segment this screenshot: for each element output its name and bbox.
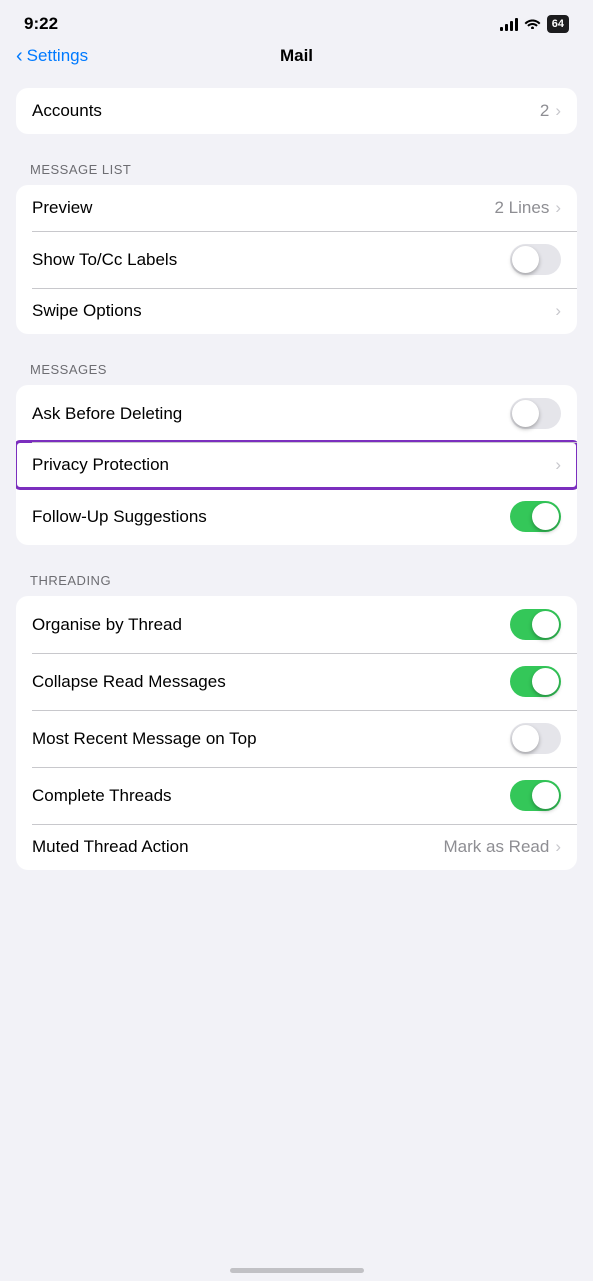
follow-up-toggle-knob (532, 503, 559, 530)
collapse-read-row[interactable]: Collapse Read Messages (16, 653, 577, 710)
most-recent-toggle-knob (512, 725, 539, 752)
message-list-card: Preview 2 Lines › Show To/Cc Labels Swip… (16, 185, 577, 334)
settings-content: Accounts 2 › MESSAGE LIST Preview 2 Line… (0, 78, 593, 908)
back-chevron-icon: ‹ (16, 46, 23, 66)
home-indicator (230, 1268, 364, 1273)
preview-label: Preview (32, 198, 92, 218)
message-list-section: MESSAGE LIST Preview 2 Lines › Show To/C… (0, 162, 593, 334)
collapse-read-toggle-knob (532, 668, 559, 695)
ask-before-deleting-row[interactable]: Ask Before Deleting (16, 385, 577, 442)
most-recent-row[interactable]: Most Recent Message on Top (16, 710, 577, 767)
messages-section: MESSAGES Ask Before Deleting Privacy Pro… (0, 362, 593, 545)
page-title: Mail (280, 46, 313, 66)
ask-before-deleting-toggle-knob (512, 400, 539, 427)
show-tocc-row[interactable]: Show To/Cc Labels (16, 231, 577, 288)
muted-thread-chevron-icon: › (555, 837, 561, 857)
complete-threads-toggle[interactable] (510, 780, 561, 811)
preview-row[interactable]: Preview 2 Lines › (16, 185, 577, 231)
muted-thread-label: Muted Thread Action (32, 837, 189, 857)
status-icons: 64 (500, 15, 569, 33)
accounts-row[interactable]: Accounts 2 › (16, 88, 577, 134)
complete-threads-row[interactable]: Complete Threads (16, 767, 577, 824)
accounts-value: 2 (540, 101, 549, 121)
messages-card: Ask Before Deleting Privacy Protection ›… (16, 385, 577, 545)
back-button[interactable]: ‹ Settings (16, 46, 88, 66)
ask-before-deleting-toggle[interactable] (510, 398, 561, 429)
follow-up-label: Follow-Up Suggestions (32, 507, 207, 527)
organise-by-thread-row[interactable]: Organise by Thread (16, 596, 577, 653)
status-bar: 9:22 64 (0, 0, 593, 42)
muted-thread-value: Mark as Read (444, 837, 550, 857)
battery-icon: 64 (547, 15, 569, 33)
accounts-card: Accounts 2 › (16, 88, 577, 134)
show-tocc-toggle-knob (512, 246, 539, 273)
nav-bar: ‹ Settings Mail (0, 42, 593, 78)
privacy-protection-row[interactable]: Privacy Protection › (16, 442, 577, 488)
accounts-right: 2 › (540, 101, 561, 121)
muted-thread-right: Mark as Read › (444, 837, 562, 857)
preview-value: 2 Lines (495, 198, 550, 218)
threading-section: THREADING Organise by Thread Collapse Re… (0, 573, 593, 870)
follow-up-toggle[interactable] (510, 501, 561, 532)
signal-icon (500, 18, 518, 31)
privacy-protection-chevron-icon: › (555, 455, 561, 475)
preview-chevron-icon: › (555, 198, 561, 218)
messages-header: MESSAGES (0, 362, 593, 385)
organise-by-thread-toggle-knob (532, 611, 559, 638)
show-tocc-label: Show To/Cc Labels (32, 250, 177, 270)
privacy-protection-label: Privacy Protection (32, 455, 169, 475)
preview-right: 2 Lines › (495, 198, 562, 218)
wifi-icon (524, 16, 541, 32)
follow-up-row[interactable]: Follow-Up Suggestions (16, 488, 577, 545)
swipe-options-right: › (555, 301, 561, 321)
accounts-label: Accounts (32, 101, 102, 121)
complete-threads-toggle-knob (532, 782, 559, 809)
ask-before-deleting-label: Ask Before Deleting (32, 404, 182, 424)
status-time: 9:22 (24, 14, 58, 34)
muted-thread-row[interactable]: Muted Thread Action Mark as Read › (16, 824, 577, 870)
collapse-read-toggle[interactable] (510, 666, 561, 697)
threading-header: THREADING (0, 573, 593, 596)
message-list-header: MESSAGE LIST (0, 162, 593, 185)
show-tocc-toggle[interactable] (510, 244, 561, 275)
swipe-options-row[interactable]: Swipe Options › (16, 288, 577, 334)
accounts-chevron-icon: › (555, 101, 561, 121)
most-recent-label: Most Recent Message on Top (32, 729, 257, 749)
swipe-options-chevron-icon: › (555, 301, 561, 321)
threading-card: Organise by Thread Collapse Read Message… (16, 596, 577, 870)
privacy-protection-right: › (555, 455, 561, 475)
organise-by-thread-label: Organise by Thread (32, 615, 182, 635)
accounts-section: Accounts 2 › (0, 88, 593, 134)
swipe-options-label: Swipe Options (32, 301, 142, 321)
complete-threads-label: Complete Threads (32, 786, 172, 806)
collapse-read-label: Collapse Read Messages (32, 672, 226, 692)
back-label: Settings (27, 46, 88, 66)
organise-by-thread-toggle[interactable] (510, 609, 561, 640)
most-recent-toggle[interactable] (510, 723, 561, 754)
